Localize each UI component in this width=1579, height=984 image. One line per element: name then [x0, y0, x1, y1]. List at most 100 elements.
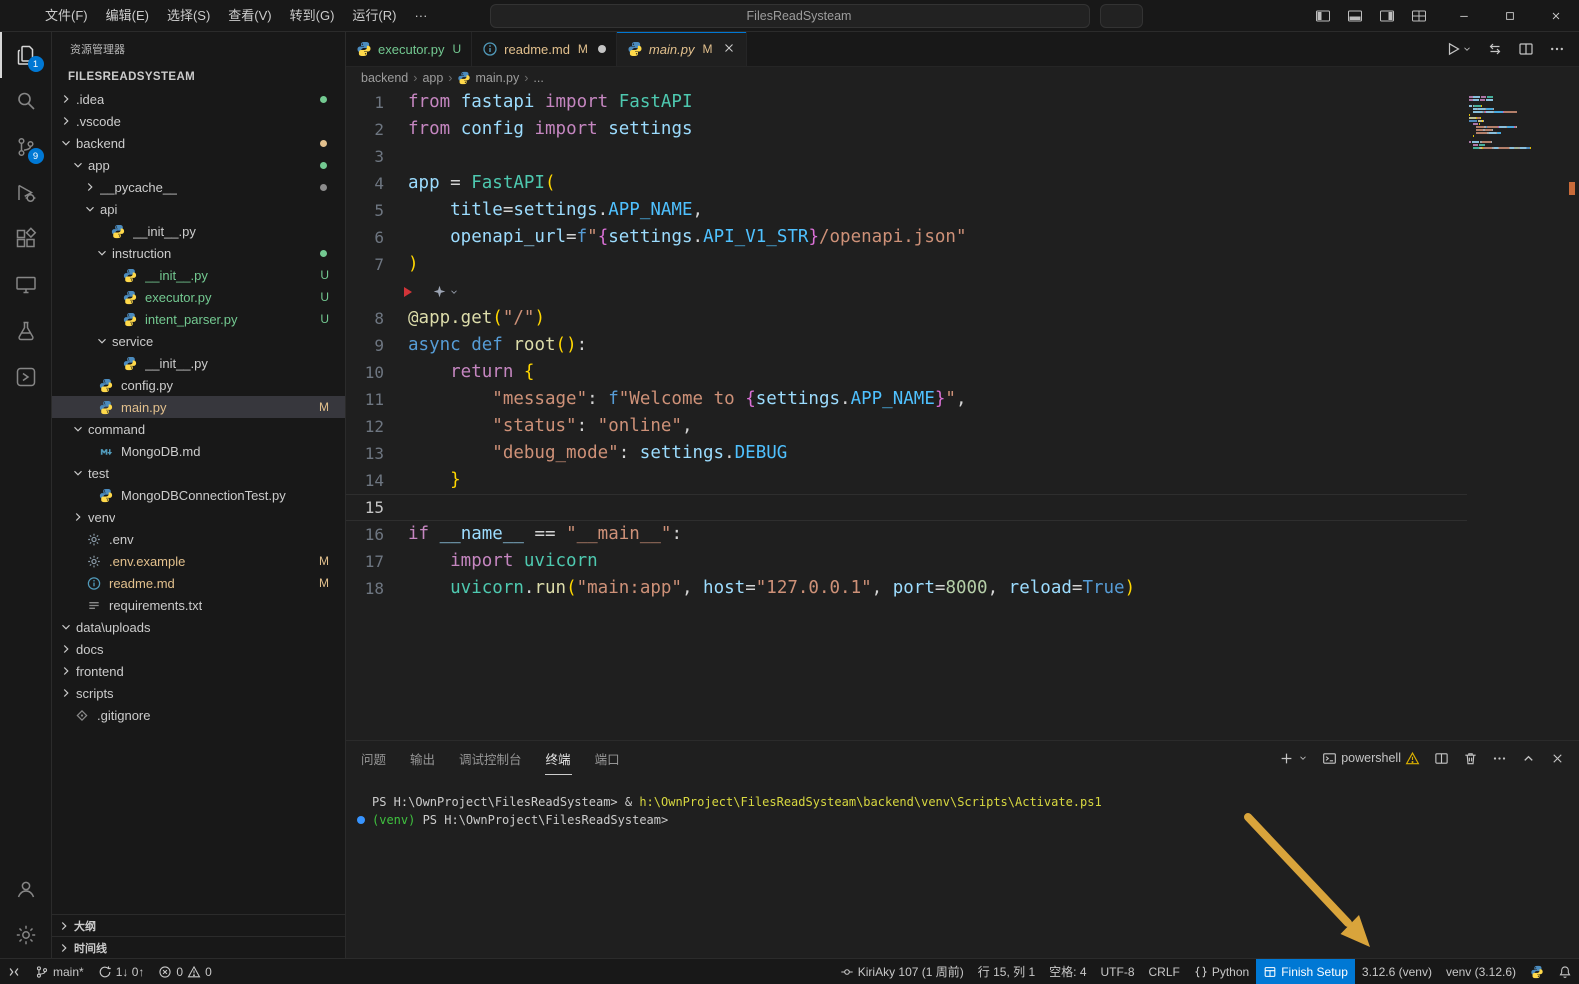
code-line-17[interactable]: 17 import uvicorn [346, 548, 1467, 575]
tree-root-folder[interactable]: FILESREADSYSTEAM [52, 66, 345, 88]
code-line-13[interactable]: 13 "debug_mode": settings.DEBUG [346, 440, 1467, 467]
breadcrumb-item[interactable]: app [422, 71, 443, 85]
panel-tab-output[interactable]: 输出 [409, 741, 436, 775]
menu-edit[interactable]: 编辑(E) [97, 0, 158, 32]
panel-tab-problems[interactable]: 问题 [360, 741, 387, 775]
status-notifications-bell[interactable] [1551, 959, 1579, 984]
tree-item-__init__.py[interactable]: __init__.pyU [52, 264, 345, 286]
split-editor-button[interactable] [1518, 41, 1534, 57]
tree-item-requirements.txt[interactable]: requirements.txt [52, 594, 345, 616]
close-tab-icon[interactable] [722, 41, 736, 58]
code-line-3[interactable]: 3 [346, 143, 1467, 170]
code-line-12[interactable]: 12 "status": "online", [346, 413, 1467, 440]
tree-item-.env[interactable]: .env [52, 528, 345, 550]
tree-item-venv[interactable]: venv [52, 506, 345, 528]
menu-selection[interactable]: 选择(S) [158, 0, 219, 32]
toggle-secondary-sidebar-button[interactable] [1379, 8, 1395, 25]
status-language-mode[interactable]: Python [1187, 959, 1256, 984]
menu-run[interactable]: 运行(R) [343, 0, 405, 32]
menu-view[interactable]: 查看(V) [219, 0, 280, 32]
sidebar-section-outline[interactable]: 大纲 [52, 914, 345, 936]
tree-item-instruction[interactable]: instruction [52, 242, 345, 264]
breadcrumb-item[interactable]: main.py [457, 71, 519, 85]
status-python-status[interactable] [1523, 959, 1551, 984]
tree-item-__init__.py[interactable]: __init__.py [52, 352, 345, 374]
explorer-more-actions-icon[interactable] [315, 41, 331, 57]
kill-terminal-button[interactable] [1463, 751, 1478, 766]
tree-item-frontend[interactable]: frontend [52, 660, 345, 682]
menu-goto[interactable]: 转到(G) [281, 0, 344, 32]
menu-more-menus[interactable]: ··· [405, 0, 436, 32]
back-button[interactable] [462, 8, 478, 24]
code-line-2[interactable]: 2from config import settings [346, 116, 1467, 143]
status-indentation[interactable]: 空格: 4 [1042, 959, 1093, 984]
status-git-blame[interactable]: KiriAky 107 (1 周前) [833, 959, 971, 984]
tree-item-main.py[interactable]: main.pyM [52, 396, 345, 418]
panel-tab-debug-console[interactable]: 调试控制台 [458, 741, 523, 775]
sidebar-section-timeline[interactable]: 时间线 [52, 936, 345, 958]
tree-item-executor.py[interactable]: executor.pyU [52, 286, 345, 308]
close-button[interactable] [1533, 0, 1579, 32]
activitybar-ai-extension[interactable] [0, 354, 52, 400]
command-decoration-icon[interactable] [357, 816, 365, 824]
tab-executor.py[interactable]: executor.pyU [346, 32, 472, 66]
activitybar-search[interactable] [0, 78, 52, 124]
code-line-11[interactable]: 11 "message": f"Welcome to {settings.APP… [346, 386, 1467, 413]
terminal-profile-item[interactable]: powershell [1322, 751, 1420, 766]
status-python-environment[interactable]: venv (3.12.6) [1439, 959, 1523, 984]
menu-file[interactable]: 文件(F) [36, 0, 97, 32]
code-line-16[interactable]: 16if __name__ == "__main__": [346, 521, 1467, 548]
code-line-15[interactable]: 15 [346, 494, 1467, 521]
status-python-interpreter[interactable]: 3.12.6 (venv) [1355, 959, 1439, 984]
code-line-8[interactable]: 8@app.get("/") [346, 305, 1467, 332]
activitybar-explorer[interactable]: 1 [0, 32, 52, 78]
tree-item-.env.example[interactable]: .env.exampleM [52, 550, 345, 572]
code-line-4[interactable]: 4app = FastAPI( [346, 170, 1467, 197]
minimize-button[interactable] [1441, 0, 1487, 32]
tree-item-app[interactable]: app [52, 154, 345, 176]
tree-item-data\uploads[interactable]: data\uploads [52, 616, 345, 638]
inline-suggestion-widget[interactable] [346, 278, 1467, 305]
tree-item-command[interactable]: command [52, 418, 345, 440]
minimap[interactable] [1469, 96, 1561, 149]
code-line-14[interactable]: 14 } [346, 467, 1467, 494]
tree-item-.gitignore[interactable]: .gitignore [52, 704, 345, 726]
code-line-7[interactable]: 7) [346, 251, 1467, 278]
code-line-1[interactable]: 1from fastapi import FastAPI [346, 89, 1467, 116]
run-python-file-button[interactable] [1445, 41, 1472, 57]
activitybar-settings[interactable] [0, 912, 52, 958]
tab-readme.md[interactable]: readme.mdM [472, 32, 617, 66]
search-box[interactable]: FilesReadSysteam [490, 4, 1090, 28]
code-line-10[interactable]: 10 return { [346, 359, 1467, 386]
tree-item-.vscode[interactable]: .vscode [52, 110, 345, 132]
status-git-branch[interactable]: main* [28, 959, 91, 984]
tree-item-api[interactable]: api [52, 198, 345, 220]
code-editor[interactable]: 1from fastapi import FastAPI2from config… [346, 89, 1467, 602]
open-changes-button[interactable] [1487, 41, 1503, 57]
code-line-18[interactable]: 18 uvicorn.run("main:app", host="127.0.0… [346, 575, 1467, 602]
tree-item-__init__.py[interactable]: __init__.py [52, 220, 345, 242]
code-line-6[interactable]: 6 openapi_url=f"{settings.API_V1_STR}/op… [346, 224, 1467, 251]
activitybar-extensions[interactable] [0, 216, 52, 262]
split-terminal-button[interactable] [1434, 751, 1449, 766]
status-problems[interactable]: 00 [151, 959, 218, 984]
activitybar-testing[interactable] [0, 308, 52, 354]
activitybar-source-control[interactable]: 9 [0, 124, 52, 170]
maximize-button[interactable] [1487, 0, 1533, 32]
status-remote-indicator[interactable] [0, 959, 28, 984]
breadcrumb-item[interactable]: ... [533, 71, 543, 85]
tree-item-service[interactable]: service [52, 330, 345, 352]
panel-tab-ports[interactable]: 端口 [594, 741, 621, 775]
editor-more-actions-button[interactable] [1549, 41, 1565, 57]
activitybar-remote-explorer[interactable] [0, 262, 52, 308]
tree-item-scripts[interactable]: scripts [52, 682, 345, 704]
tree-item-MongoDBConnectionTest.py[interactable]: MongoDBConnectionTest.py [52, 484, 345, 506]
tree-item-backend[interactable]: backend [52, 132, 345, 154]
tree-item-__pycache__[interactable]: __pycache__ [52, 176, 345, 198]
tree-item-.idea[interactable]: .idea [52, 88, 345, 110]
terminal-launch-dropdown[interactable] [1279, 751, 1308, 766]
tab-main.py[interactable]: main.pyM [617, 32, 748, 66]
status-eol[interactable]: CRLF [1142, 959, 1187, 984]
toggle-panel-button[interactable] [1347, 8, 1363, 25]
activitybar-run-debug[interactable] [0, 170, 52, 216]
